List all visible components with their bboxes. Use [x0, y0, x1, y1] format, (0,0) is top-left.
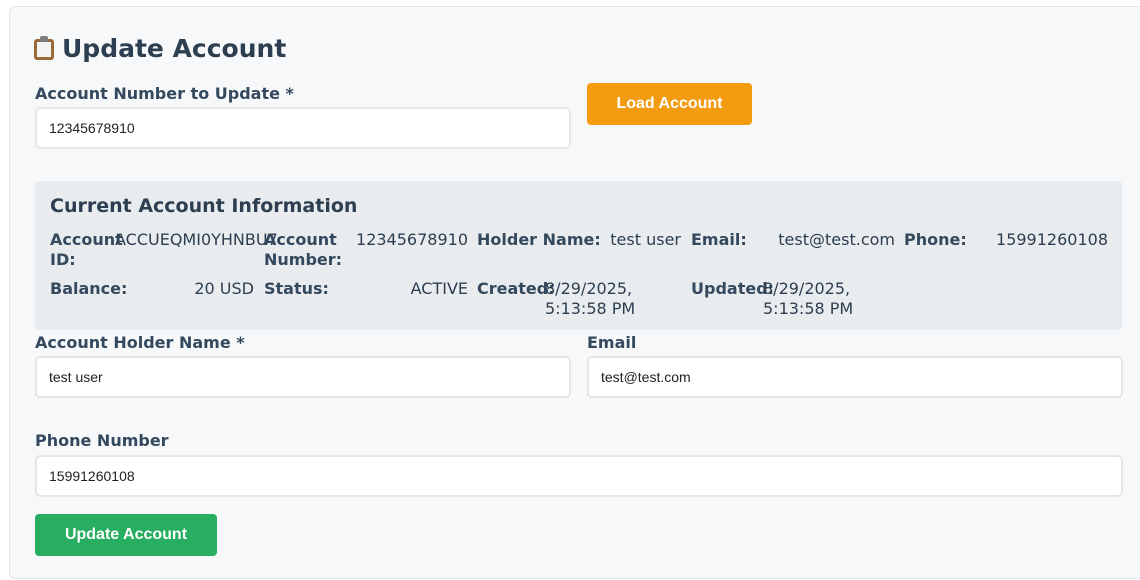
email-input[interactable] — [587, 356, 1123, 398]
phone-info-label: Phone: — [904, 230, 967, 249]
account-id-value: ACCUEQMI0YHNBU7 — [115, 230, 278, 249]
account-id-label: Account ID: — [50, 230, 123, 269]
balance-info-label: Balance: — [50, 279, 128, 298]
page-title: Update Account — [34, 30, 286, 66]
created-info-value: 8/29/2025, 5:13:58 PM — [545, 279, 636, 318]
page-title-text: Update Account — [62, 33, 287, 63]
created-info-label: Created: — [477, 279, 555, 298]
account-number-input[interactable] — [35, 107, 571, 149]
phone-number-label: Phone Number — [35, 431, 169, 450]
account-number-info-value: 12345678910 — [356, 230, 468, 249]
updated-info-label: Updated: — [691, 279, 775, 298]
email-label: Email — [587, 333, 637, 352]
holder-name-input[interactable] — [35, 356, 571, 398]
update-account-button[interactable]: Update Account — [35, 514, 217, 556]
updated-info-value: 8/29/2025, 5:13:58 PM — [763, 279, 854, 318]
current-info-heading: Current Account Information — [50, 195, 358, 217]
phone-info-value: 15991260108 — [996, 230, 1108, 249]
clipboard-icon — [34, 36, 54, 60]
holder-name-info-value: test user — [610, 230, 681, 249]
balance-info-value: 20 USD — [194, 279, 254, 298]
phone-number-input[interactable] — [35, 455, 1123, 497]
holder-name-info-label: Holder Name: — [477, 230, 601, 249]
email-info-label: Email: — [691, 230, 747, 249]
holder-name-label: Account Holder Name * — [35, 333, 245, 352]
email-info-value: test@test.com — [778, 230, 895, 249]
status-info-value: ACTIVE — [410, 279, 468, 298]
current-account-info: Current Account Information Account ID: … — [35, 181, 1122, 330]
load-account-button[interactable]: Load Account — [587, 83, 752, 125]
status-info-label: Status: — [264, 279, 329, 298]
account-number-info-label: Account Number: — [264, 230, 343, 269]
account-number-label: Account Number to Update * — [35, 84, 294, 103]
